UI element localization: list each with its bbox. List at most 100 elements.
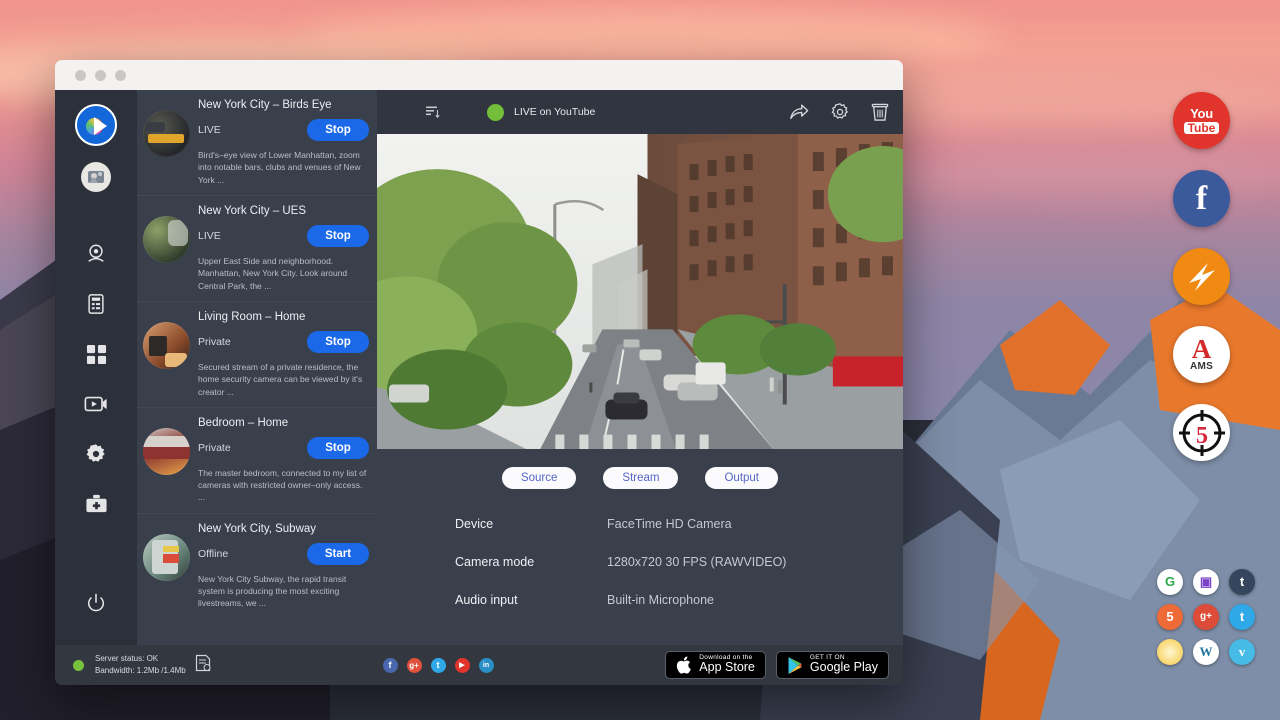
- camera-action-button[interactable]: Stop: [307, 225, 369, 247]
- social-glyph: g+: [409, 661, 419, 670]
- window-titlebar: [55, 60, 903, 90]
- live-status-group: LIVE on YouTube: [487, 104, 789, 121]
- tab-output[interactable]: Output: [705, 467, 778, 489]
- main-panel: LIVE on YouTube: [377, 90, 903, 645]
- app-store-badge[interactable]: Download on the App Store: [665, 651, 766, 679]
- trash-icon[interactable]: [871, 102, 889, 122]
- gear-icon[interactable]: [830, 102, 850, 122]
- camera-description: Secured stream of a private residence, t…: [198, 361, 369, 398]
- mini-glyph: t: [1240, 574, 1244, 589]
- desktop-mini-icon-grid: G ▣ t 5 g+ t W v: [1152, 564, 1260, 669]
- twitter-icon[interactable]: t: [431, 658, 446, 673]
- table-row[interactable]: New York City, Subway Offline Start New …: [137, 514, 377, 619]
- twitch-mini-icon[interactable]: ▣: [1193, 569, 1219, 595]
- facebook-icon[interactable]: f: [383, 658, 398, 673]
- sort-icon[interactable]: [424, 104, 440, 120]
- gumroad-mini-icon[interactable]: G: [1157, 569, 1183, 595]
- status-bar: Server status: OK Bandwidth: 1.2Mb /1.4M…: [55, 645, 903, 685]
- wordpress-mini-icon[interactable]: W: [1193, 639, 1219, 665]
- camera-action-button[interactable]: Stop: [307, 437, 369, 459]
- log-document-icon[interactable]: [195, 654, 211, 677]
- camera-status-line: Private Stop: [198, 437, 369, 459]
- main-toolbar: LIVE on YouTube: [377, 90, 903, 134]
- camera-status-line: LIVE Stop: [198, 119, 369, 141]
- camera-thumbnail: [143, 534, 190, 581]
- googleplus-icon[interactable]: g+: [407, 658, 422, 673]
- tab-stream[interactable]: Stream: [603, 467, 678, 489]
- social-glyph: f: [389, 660, 392, 670]
- facebook-desktop-icon[interactable]: f: [1173, 170, 1230, 227]
- live-status-label: LIVE on YouTube: [514, 106, 595, 118]
- camera-action-button[interactable]: Stop: [307, 331, 369, 353]
- video-icon: [84, 394, 108, 414]
- googleplus-mini-icon[interactable]: g+: [1193, 604, 1219, 630]
- wowza-desktop-icon[interactable]: [1173, 248, 1230, 305]
- camera-info: New York City – UES LIVE Stop Upper East…: [198, 205, 369, 292]
- video-preview[interactable]: [377, 134, 903, 449]
- minimize-button[interactable]: [95, 70, 106, 81]
- google-play-text: GET IT ON Google Play: [810, 655, 878, 675]
- camera-thumbnail: [143, 110, 190, 157]
- camera-list-panel: New York City – Birds Eye LIVE Stop Bird…: [137, 90, 377, 645]
- camera-title: Bedroom – Home: [198, 417, 369, 429]
- sidebar-item-logs[interactable]: [76, 284, 116, 324]
- mini-glyph: v: [1239, 644, 1246, 660]
- sidebar-item-settings[interactable]: [76, 434, 116, 474]
- maximize-button[interactable]: [115, 70, 126, 81]
- sidebar-item-help[interactable]: [76, 484, 116, 524]
- mini-glyph: 5: [1166, 609, 1173, 624]
- table-row[interactable]: New York City – Birds Eye LIVE Stop Bird…: [137, 90, 377, 196]
- five-mini-icon[interactable]: 5: [1157, 604, 1183, 630]
- mini-glyph: G: [1165, 574, 1175, 589]
- toolbar-actions: [789, 102, 889, 122]
- add-camera-button[interactable]: + Add Camera: [137, 619, 377, 645]
- youtube-icon[interactable]: ▶: [455, 658, 470, 673]
- table-row[interactable]: Living Room – Home Private Stop Secured …: [137, 302, 377, 408]
- camera-thumbnail: [143, 216, 190, 263]
- tab-source[interactable]: Source: [502, 467, 576, 489]
- sidebar-item-dashboard[interactable]: [76, 334, 116, 374]
- camera-action-button[interactable]: Stop: [307, 119, 369, 141]
- mini-glyph: ▣: [1200, 574, 1212, 590]
- user-avatar[interactable]: [81, 162, 111, 192]
- flickr-mini-icon[interactable]: [1157, 639, 1183, 665]
- camera-title: New York City – UES: [198, 205, 369, 217]
- google-play-icon: [787, 656, 804, 675]
- share-icon[interactable]: [789, 102, 809, 122]
- camera-description: The master bedroom, connected to my list…: [198, 467, 369, 504]
- google-play-badge[interactable]: GET IT ON Google Play: [776, 651, 889, 679]
- svg-text:5: 5: [1196, 423, 1208, 449]
- camera-title: Living Room – Home: [198, 311, 369, 323]
- info-value: FaceTime HD Camera: [607, 517, 732, 531]
- camera-list[interactable]: New York City – Birds Eye LIVE Stop Bird…: [137, 90, 377, 645]
- camera-status-line: Offline Start: [198, 543, 369, 565]
- sidebar-item-recordings[interactable]: [76, 384, 116, 424]
- info-label: Camera mode: [455, 555, 607, 569]
- table-row[interactable]: Bedroom – Home Private Stop The master b…: [137, 408, 377, 514]
- info-value: Built-in Microphone: [607, 593, 714, 607]
- sidebar-item-power[interactable]: [76, 583, 116, 623]
- mini-glyph: t: [1240, 609, 1244, 624]
- table-row[interactable]: New York City – UES LIVE Stop Upper East…: [137, 196, 377, 302]
- info-row-audio-input: Audio input Built-in Microphone: [455, 593, 903, 607]
- vimeo-mini-icon[interactable]: v: [1229, 639, 1255, 665]
- close-button[interactable]: [75, 70, 86, 81]
- tumblr-mini-icon[interactable]: t: [1229, 569, 1255, 595]
- camera-action-button[interactable]: Start: [307, 543, 369, 565]
- sidebar-item-webcam[interactable]: [76, 234, 116, 274]
- camera-info: New York City – Birds Eye LIVE Stop Bird…: [198, 99, 369, 186]
- info-row-camera-mode: Camera mode 1280x720 30 FPS (RAWVIDEO): [455, 555, 903, 569]
- info-value: 1280x720 30 FPS (RAWVIDEO): [607, 555, 786, 569]
- camera-thumbnail: [143, 428, 190, 475]
- linkedin-icon[interactable]: in: [479, 658, 494, 673]
- app-logo[interactable]: [75, 104, 117, 146]
- bandwidth-label: Bandwidth: 1.2Mb /1.4Mb: [95, 665, 186, 677]
- camera-status-line: LIVE Stop: [198, 225, 369, 247]
- status-badge: Offline: [198, 548, 228, 560]
- five-target-desktop-icon[interactable]: 5: [1173, 404, 1230, 461]
- adobe-ams-desktop-icon[interactable]: A AMS: [1173, 326, 1230, 383]
- mini-glyph: g+: [1200, 611, 1212, 622]
- youtube-desktop-icon[interactable]: You Tube: [1173, 92, 1230, 149]
- app-store-text: Download on the App Store: [699, 655, 755, 675]
- twitter-mini-icon[interactable]: t: [1229, 604, 1255, 630]
